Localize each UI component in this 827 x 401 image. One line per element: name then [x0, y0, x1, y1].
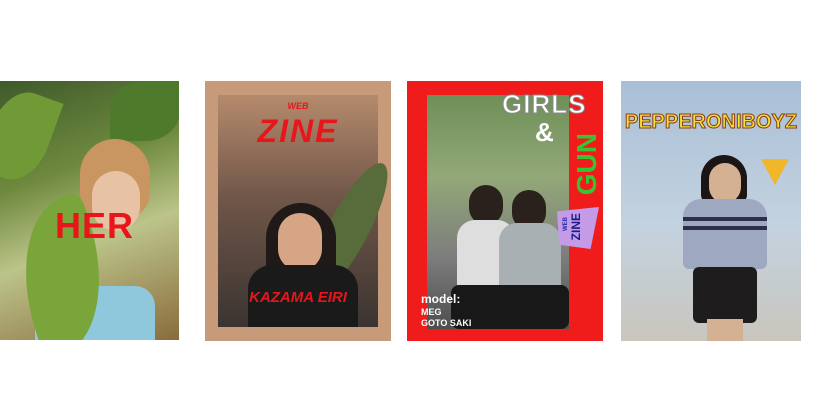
cover-girls-and-gun[interactable]: GIRLS & GUN WEB ZINE model: MEG GOTO SAK…	[407, 81, 603, 341]
model-label: model:	[421, 292, 461, 306]
sweater-stripe	[683, 226, 767, 230]
pizza-slice-icon	[761, 159, 789, 185]
sweater-stripe	[683, 217, 767, 221]
model-name: MEG	[421, 307, 442, 317]
model-body	[499, 223, 561, 293]
cover-kicker: WEB	[287, 101, 309, 111]
cover-web-zine-kazama[interactable]: WEB ZINE KAZAMA EIRI	[205, 81, 391, 341]
model-legs	[707, 319, 743, 341]
model-skirt	[693, 267, 757, 323]
cover-title-top: GIRLS	[501, 89, 587, 120]
cover-title: PEPPERONIBOYZ	[624, 111, 798, 134]
leaf-decoration	[110, 81, 179, 141]
leaf-decoration	[0, 83, 64, 189]
cover-title-bottom: GUN	[571, 133, 602, 196]
model-face	[278, 213, 322, 271]
cover-her[interactable]: HER	[0, 81, 179, 340]
model-sweater	[683, 199, 767, 269]
model-face	[709, 163, 741, 203]
cover-pepperoni-boyz[interactable]: PEPPERONIBOYZ	[621, 81, 801, 341]
cover-title: HER	[55, 205, 135, 246]
cover-title: ZINE	[257, 113, 339, 149]
cover-ampersand: &	[535, 117, 554, 147]
model-name: GOTO SAKI	[421, 318, 472, 328]
badge-title: ZINE	[569, 213, 583, 241]
model-name: KAZAMA EIRI	[249, 289, 347, 306]
model-head	[469, 185, 503, 225]
